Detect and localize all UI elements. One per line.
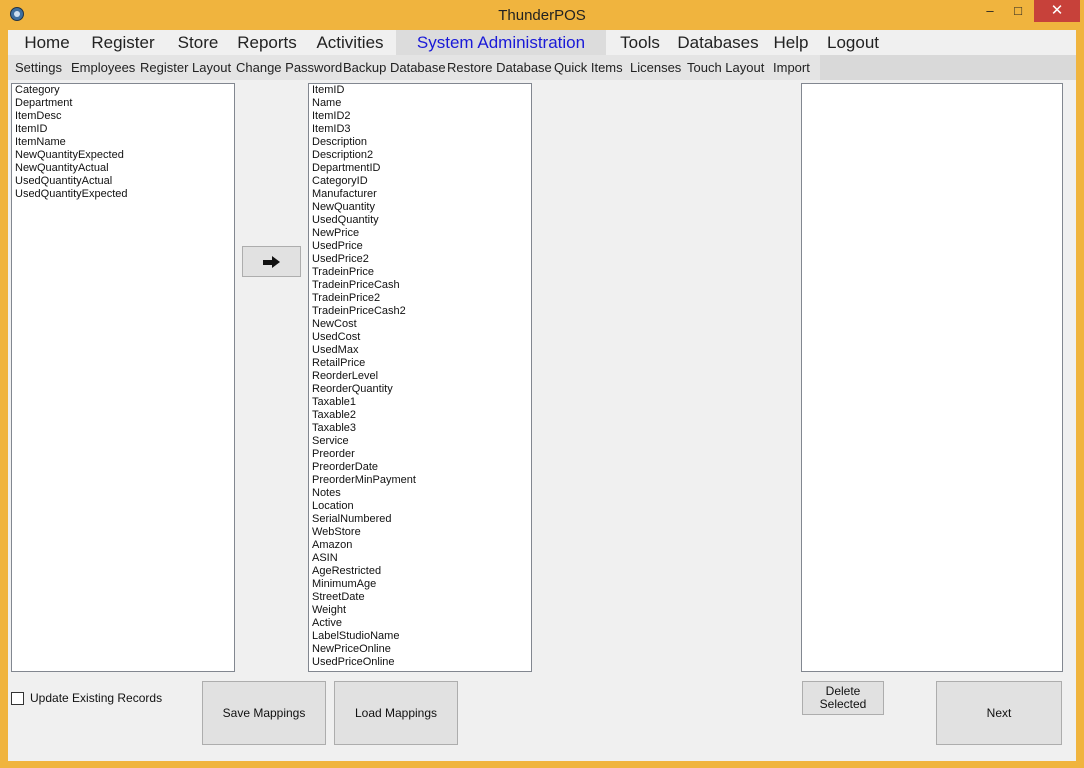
target-fields-list[interactable]: ItemID Name ItemID2 ItemID3 Description Descr… (308, 83, 532, 672)
target-field-item[interactable]: TradeinPriceCash2 (309, 305, 531, 318)
target-field-item[interactable]: UsedPrice (309, 240, 531, 253)
target-field-item[interactable]: LabelStudioName (309, 630, 531, 643)
submenu-restore-database[interactable]: Restore Database (447, 55, 552, 80)
minimize-button[interactable]: – (976, 0, 1004, 22)
submenu-quick-items[interactable]: Quick Items (554, 55, 623, 80)
delete-selected-button[interactable]: Delete Selected (802, 681, 884, 715)
target-field-item[interactable]: Description (309, 136, 531, 149)
target-field-item[interactable]: Taxable2 (309, 409, 531, 422)
target-field-item[interactable]: PreorderMinPayment (309, 474, 531, 487)
target-field-item[interactable]: PreorderDate (309, 461, 531, 474)
source-field-item[interactable]: UsedQuantityExpected (12, 188, 234, 201)
target-field-item[interactable]: MinimumAge (309, 578, 531, 591)
target-field-item[interactable]: UsedCost (309, 331, 531, 344)
target-field-item[interactable]: NewCost (309, 318, 531, 331)
submenu-backup-database[interactable]: Backup Database (343, 55, 446, 80)
source-field-item[interactable]: NewQuantityExpected (12, 149, 234, 162)
target-field-item[interactable]: TradeinPrice (309, 266, 531, 279)
menu-databases[interactable]: Databases (676, 30, 760, 55)
menu-tools[interactable]: Tools (612, 30, 668, 55)
update-existing-checkbox[interactable] (11, 692, 24, 705)
load-mappings-label: Load Mappings (354, 706, 438, 720)
app-window: ThunderPOS – □ ✕ Home Register Store Rep… (0, 0, 1084, 768)
target-field-item[interactable]: Manufacturer (309, 188, 531, 201)
target-field-item[interactable]: Service (309, 435, 531, 448)
load-mappings-button[interactable]: Load Mappings (334, 681, 458, 745)
next-button[interactable]: Next (936, 681, 1062, 745)
source-field-item[interactable]: ItemName (12, 136, 234, 149)
target-field-item[interactable]: NewQuantity (309, 201, 531, 214)
target-field-item[interactable]: UsedPrice2 (309, 253, 531, 266)
mappings-list[interactable] (801, 83, 1063, 672)
source-field-item[interactable]: ItemDesc (12, 110, 234, 123)
target-field-item[interactable]: Taxable3 (309, 422, 531, 435)
submenu-licenses[interactable]: Licenses (630, 55, 681, 80)
menu-logout[interactable]: Logout (820, 30, 886, 55)
source-fields-list[interactable]: Category Department ItemDesc ItemID ItemName… (11, 83, 235, 672)
target-field-item[interactable]: StreetDate (309, 591, 531, 604)
submenu-change-password[interactable]: Change Password (236, 55, 342, 80)
target-field-item[interactable]: ItemID2 (309, 110, 531, 123)
target-field-item[interactable]: ItemID3 (309, 123, 531, 136)
submenu-employees[interactable]: Employees (71, 55, 135, 80)
target-field-item[interactable]: DepartmentID (309, 162, 531, 175)
maximize-button[interactable]: □ (1004, 0, 1032, 22)
save-mappings-label: Save Mappings (222, 706, 306, 720)
target-field-item[interactable]: ItemID (309, 84, 531, 97)
menu-home[interactable]: Home (12, 30, 82, 55)
target-field-item[interactable]: UsedQuantity (309, 214, 531, 227)
target-field-item[interactable]: Active (309, 617, 531, 630)
target-field-item[interactable]: TradeinPriceCash (309, 279, 531, 292)
submenu-register-layout[interactable]: Register Layout (140, 55, 231, 80)
target-field-item[interactable]: ReorderLevel (309, 370, 531, 383)
target-field-item[interactable]: CategoryID (309, 175, 531, 188)
delete-selected-label-line2: Selected (819, 697, 867, 711)
submenu-settings[interactable]: Settings (15, 55, 62, 80)
target-field-item[interactable]: ReorderQuantity (309, 383, 531, 396)
source-field-item[interactable]: ItemID (12, 123, 234, 136)
target-field-item[interactable]: Name (309, 97, 531, 110)
right-arrow-icon (262, 255, 281, 268)
menu-register[interactable]: Register (86, 30, 160, 55)
target-field-item[interactable]: TradeinPrice2 (309, 292, 531, 305)
close-button[interactable]: ✕ (1034, 0, 1080, 22)
target-field-item[interactable]: RetailPrice (309, 357, 531, 370)
target-field-item[interactable]: Notes (309, 487, 531, 500)
source-field-item[interactable]: Category (12, 84, 234, 97)
source-field-item[interactable]: NewQuantityActual (12, 162, 234, 175)
source-field-item[interactable]: UsedQuantityActual (12, 175, 234, 188)
menu-system-administration[interactable]: System Administration (396, 30, 606, 55)
update-existing-label: Update Existing Records (30, 691, 163, 705)
target-field-item[interactable]: Weight (309, 604, 531, 617)
submenu-import[interactable]: Import (773, 55, 810, 80)
menu-activities[interactable]: Activities (312, 30, 388, 55)
sub-menu: Settings Employees Register Layout Chang… (8, 55, 1076, 80)
submenu-touch-layout[interactable]: Touch Layout (687, 55, 764, 80)
source-field-item[interactable]: Department (12, 97, 234, 110)
menu-reports[interactable]: Reports (234, 30, 300, 55)
next-label: Next (986, 706, 1012, 720)
client-area: Home Register Store Reports Activities S… (8, 30, 1076, 761)
target-field-item[interactable]: UsedPriceOnline (309, 656, 531, 669)
target-field-item[interactable]: Taxable1 (309, 396, 531, 409)
target-field-item[interactable]: Amazon (309, 539, 531, 552)
main-menu: Home Register Store Reports Activities S… (8, 30, 888, 55)
target-field-item[interactable]: Preorder (309, 448, 531, 461)
map-field-button[interactable] (242, 246, 301, 277)
save-mappings-button[interactable]: Save Mappings (202, 681, 326, 745)
target-field-item[interactable]: WebStore (309, 526, 531, 539)
target-field-item[interactable]: Description2 (309, 149, 531, 162)
target-field-item[interactable]: AgeRestricted (309, 565, 531, 578)
target-field-item[interactable]: ASIN (309, 552, 531, 565)
target-field-item[interactable]: NewPriceOnline (309, 643, 531, 656)
target-field-item[interactable]: Location (309, 500, 531, 513)
target-field-item[interactable]: SerialNumbered (309, 513, 531, 526)
target-field-item[interactable]: NewPrice (309, 227, 531, 240)
window-title: ThunderPOS (498, 7, 586, 24)
title-bar[interactable]: ThunderPOS – □ ✕ (0, 0, 1084, 30)
target-field-item[interactable]: UsedMax (309, 344, 531, 357)
menu-store[interactable]: Store (168, 30, 228, 55)
menu-help[interactable]: Help (768, 30, 814, 55)
